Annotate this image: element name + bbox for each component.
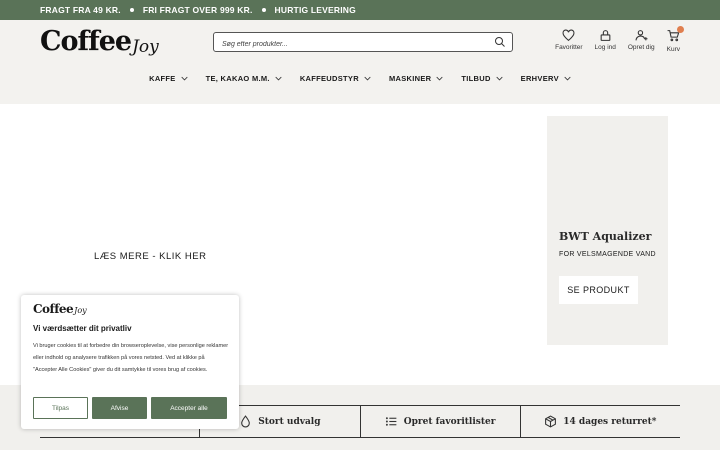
chevron-down-icon <box>496 76 503 81</box>
cookie-consent-dialog: Coffee Joy Vi værdsætter dit privatliv V… <box>21 295 239 429</box>
cookie-logo: Coffee Joy <box>33 302 87 316</box>
promo-card: BWT Aqualizer FOR VELSMAGENDE VAND SE PR… <box>547 116 668 345</box>
usp-label: 14 dages returret* <box>563 416 657 427</box>
nav-item-maskiner[interactable]: MASKINER <box>389 74 443 83</box>
nav-item-kaffeudstyr[interactable]: KAFFEUDSTYR <box>300 74 371 83</box>
nav-item-tilbud[interactable]: TILBUD <box>461 74 503 83</box>
nav-item-label: MASKINER <box>388 74 432 83</box>
promo-title: BWT Aqualizer <box>559 230 652 243</box>
cookie-title: Vi værdsætter dit privatliv <box>33 324 132 333</box>
logo-text-script: Joy <box>132 37 159 57</box>
promo-subtitle: FOR VELSMAGENDE VAND <box>559 251 656 258</box>
search-box <box>213 32 513 54</box>
add-user-icon <box>635 30 648 41</box>
nav-item-te-kakao[interactable]: TE, KAKAO M.M. <box>206 74 282 83</box>
cookie-body: Vi bruger cookies til at forbedre din br… <box>33 343 229 373</box>
site-logo[interactable]: Coffee Joy <box>40 26 159 62</box>
usp-label: Opret favoritlister <box>403 416 496 427</box>
favorites-label: Favoritter <box>555 44 583 51</box>
customize-cookies-button[interactable]: Tilpas <box>33 397 88 419</box>
list-icon <box>385 417 397 426</box>
drop-icon <box>241 415 251 428</box>
see-product-button[interactable]: SE PRODUKT <box>559 276 638 304</box>
chevron-down-icon <box>364 76 371 81</box>
chevron-down-icon <box>275 76 282 81</box>
hero-read-more-link[interactable]: LÆS MERE - KLIK HER <box>94 251 206 262</box>
favorites-button[interactable]: Favoritter <box>555 29 583 53</box>
cart-label: Kurv <box>666 46 680 53</box>
lock-icon <box>600 30 611 41</box>
main-navigation: KAFFE TE, KAKAO M.M. KAFFEUDSTYR MASKINE… <box>0 74 720 83</box>
nav-item-label: TILBUD <box>461 74 491 83</box>
logo-text-script: Joy <box>74 306 87 315</box>
chevron-down-icon <box>181 76 188 81</box>
nav-item-label: KAFFEUDSTYR <box>299 74 359 83</box>
usp-item-returns: 14 dages returret* <box>519 406 680 437</box>
heart-icon <box>562 29 575 42</box>
usp-label: Stort udvalg <box>258 416 321 427</box>
cart-badge <box>676 26 684 33</box>
login-label: Log ind <box>594 44 616 51</box>
promo-message-fast-delivery: HURTIG LEVERING <box>274 5 356 15</box>
promo-message-shipping: FRAGT FRA 49 KR. <box>40 5 121 15</box>
site-header: Coffee Joy Favoritter Log ind <box>0 20 720 104</box>
bullet-icon <box>261 8 266 12</box>
reject-cookies-button[interactable]: Afvise <box>92 397 147 419</box>
cart-icon-wrap <box>667 26 684 46</box>
header-actions: Favoritter Log ind Opret dig Kurv <box>543 26 684 53</box>
promo-message-free-shipping: FRI FRAGT OVER 999 KR. <box>142 5 253 15</box>
usp-item-favorites: Opret favoritlister <box>359 406 520 437</box>
login-button[interactable]: Log ind <box>595 29 616 53</box>
search-input[interactable] <box>214 35 474 54</box>
nav-item-erhverv[interactable]: ERHVERV <box>521 74 571 83</box>
nav-item-label: ERHVERV <box>520 74 559 83</box>
nav-item-label: TE, KAKAO M.M. <box>205 74 270 83</box>
promo-bar: FRAGT FRA 49 KR. FRI FRAGT OVER 999 KR. … <box>0 0 720 20</box>
chevron-down-icon <box>436 76 443 81</box>
nav-item-label: KAFFE <box>149 74 176 83</box>
logo-text-main: Coffee <box>40 26 132 57</box>
chevron-down-icon <box>564 76 571 81</box>
register-button[interactable]: Opret dig <box>628 29 655 53</box>
bullet-icon <box>129 8 134 12</box>
package-icon <box>545 415 557 428</box>
logo-text-main: Coffee <box>33 302 74 316</box>
cookie-buttons: Tilpas Afvise Accepter alle <box>33 397 231 419</box>
search-icon[interactable] <box>494 36 506 48</box>
cart-button[interactable]: Kurv <box>666 26 684 53</box>
register-label: Opret dig <box>627 44 655 51</box>
nav-item-kaffe[interactable]: KAFFE <box>149 74 188 83</box>
accept-all-cookies-button[interactable]: Accepter alle <box>151 397 227 419</box>
